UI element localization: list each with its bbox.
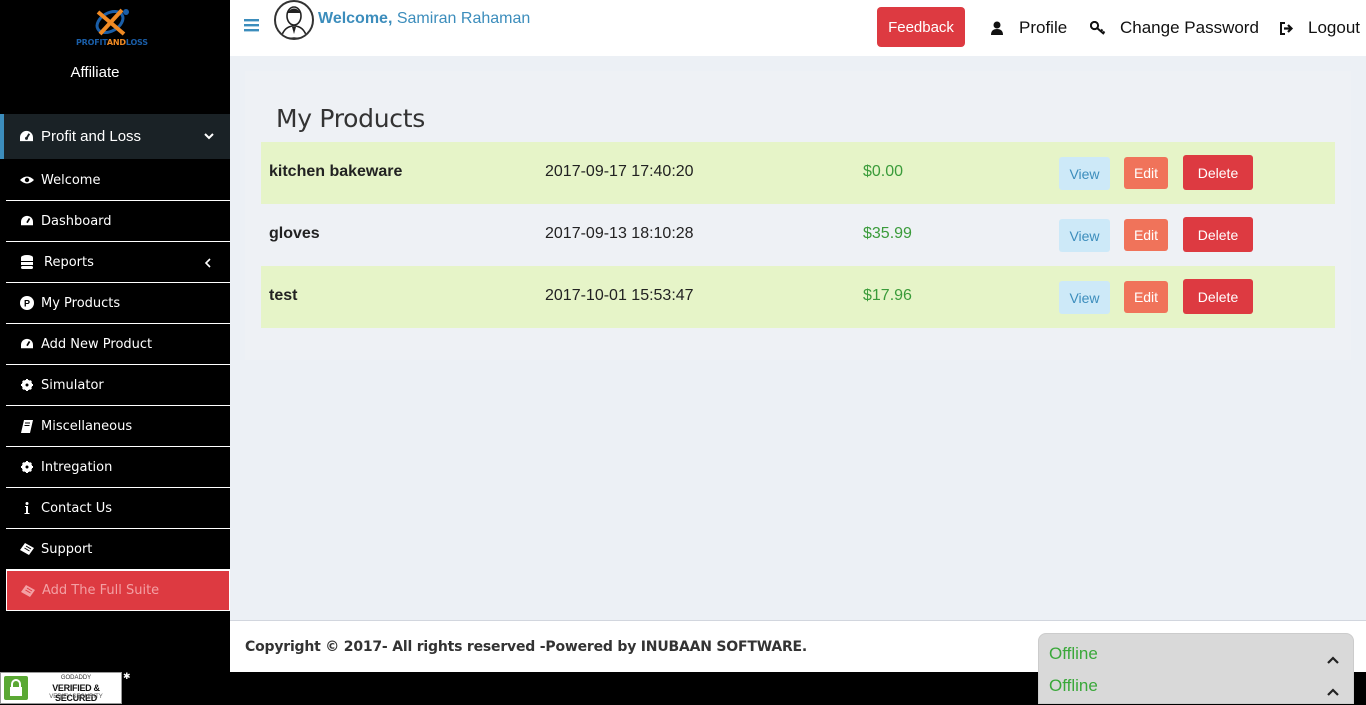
- feedback-button[interactable]: Feedback: [877, 7, 965, 47]
- top-navbar: Welcome, Samiran Rahaman Feedback Profil…: [230, 0, 1366, 56]
- seal-title: VERIFIED & SECURED: [52, 683, 100, 703]
- delete-button[interactable]: Delete: [1183, 217, 1253, 252]
- product-price: $0.00: [863, 163, 904, 180]
- chevron-down-icon[interactable]: [204, 128, 214, 140]
- ticket-icon: [21, 584, 35, 598]
- logout-link[interactable]: Logout: [1278, 18, 1360, 38]
- sidebar-section-label: Profit and Loss: [41, 128, 142, 145]
- view-button[interactable]: View: [1059, 281, 1110, 314]
- gear-icon: [20, 378, 34, 392]
- user-icon: [989, 20, 1005, 36]
- ticket-icon: [20, 542, 34, 556]
- products-panel: My Products kitchen bakeware 2017-09-17 …: [245, 71, 1351, 360]
- sidebar-item-contact-us[interactable]: Contact Us: [6, 488, 230, 529]
- edit-button[interactable]: Edit: [1124, 219, 1168, 251]
- edit-button[interactable]: Edit: [1124, 281, 1168, 313]
- gear-icon: [20, 460, 34, 474]
- brand-logo[interactable]: PROFITANDLOSS: [72, 6, 162, 50]
- table-row: test 2017-10-01 15:53:47 $17.96 View Edi…: [261, 266, 1335, 328]
- chat-status[interactable]: Offline: [1049, 676, 1098, 696]
- product-date: 2017-09-17 17:40:20: [545, 163, 694, 180]
- sidebar-item-support[interactable]: Support: [6, 529, 230, 570]
- delete-button[interactable]: Delete: [1183, 279, 1253, 314]
- edit-button[interactable]: Edit: [1124, 157, 1168, 189]
- product-price: $35.99: [863, 225, 912, 242]
- change-password-link[interactable]: Change Password: [1090, 18, 1259, 38]
- user-name: Samiran Rahaman: [396, 10, 531, 27]
- sidebar-item-add-new-product[interactable]: Add New Product: [6, 324, 230, 365]
- sidebar-item-welcome[interactable]: Welcome: [6, 160, 230, 201]
- sidebar-item-simulator[interactable]: Simulator: [6, 365, 230, 406]
- security-seal[interactable]: GODADDY VERIFIED & SECURED VERIFY SECURI…: [0, 672, 122, 704]
- seal-brand: GODADDY: [60, 675, 92, 681]
- sidebar-item-label: Welcome: [41, 172, 101, 188]
- close-icon[interactable]: ✱: [123, 671, 131, 682]
- sidebar-item-reports[interactable]: Reports: [6, 242, 230, 283]
- change-password-label: Change Password: [1120, 18, 1259, 37]
- welcome-label: Welcome,: [318, 10, 393, 27]
- profile-label: Profile: [1019, 18, 1068, 37]
- sidebar-item-label: Contact Us: [41, 500, 112, 516]
- logout-label: Logout: [1308, 18, 1360, 37]
- sidebar-item-label: Intregation: [41, 459, 113, 475]
- sidebar-item-dashboard[interactable]: Dashboard: [6, 201, 230, 242]
- main-content: My Products kitchen bakeware 2017-09-17 …: [230, 56, 1366, 620]
- sidebar-item-label: Support: [41, 541, 93, 557]
- sidebar-section-profit-and-loss[interactable]: Profit and Loss: [0, 114, 230, 159]
- chat-widget[interactable]: Offline Offline: [1038, 633, 1354, 704]
- dashboard-icon: [20, 337, 34, 351]
- database-icon: [20, 255, 34, 269]
- chevron-up-icon[interactable]: [1327, 651, 1339, 664]
- sidebar-item-my-products[interactable]: P My Products: [6, 283, 230, 324]
- eye-icon: [20, 173, 34, 187]
- product-name: gloves: [269, 225, 320, 242]
- menu-toggle-icon[interactable]: [244, 18, 260, 34]
- svg-text:P: P: [24, 299, 30, 309]
- avatar[interactable]: [274, 0, 314, 40]
- sidebar-item-label: Add The Full Suite: [42, 583, 160, 598]
- sidebar-item-label: My Products: [41, 295, 121, 311]
- seal-subtitle: VERIFY SECURITY: [49, 694, 103, 700]
- sidebar-item-label: Dashboard: [41, 213, 112, 229]
- product-date: 2017-09-13 18:10:28: [545, 225, 694, 242]
- product-date: 2017-10-01 15:53:47: [545, 287, 694, 304]
- chevron-left-icon[interactable]: [204, 257, 212, 268]
- copyright-text: Copyright © 2017- All rights reserved -P…: [245, 639, 808, 655]
- view-button[interactable]: View: [1059, 219, 1110, 252]
- sidebar-item-add-full-suite[interactable]: Add The Full Suite: [6, 570, 230, 611]
- table-row: gloves 2017-09-13 18:10:28 $35.99 View E…: [261, 204, 1335, 266]
- page-title: My Products: [276, 104, 425, 133]
- dashboard-icon: [20, 214, 34, 228]
- welcome-message: Welcome, Samiran Rahaman: [318, 10, 530, 28]
- sidebar-item-label: Miscellaneous: [41, 418, 133, 434]
- table-row: kitchen bakeware 2017-09-17 17:40:20 $0.…: [261, 142, 1335, 204]
- role-label: Affiliate: [70, 64, 120, 81]
- lock-icon: [4, 676, 28, 700]
- profile-link[interactable]: Profile: [989, 18, 1067, 38]
- view-button[interactable]: View: [1059, 157, 1110, 190]
- key-icon: [1090, 20, 1106, 36]
- sidebar-item-label: Reports: [44, 254, 94, 270]
- chat-status[interactable]: Offline: [1049, 644, 1098, 664]
- product-icon: P: [20, 296, 34, 310]
- sidebar-item-intregation[interactable]: Intregation: [6, 447, 230, 488]
- sidebar-item-label: Add New Product: [41, 336, 153, 352]
- sidebar-menu: Welcome Dashboard Reports P My Products …: [6, 160, 230, 611]
- product-price: $17.96: [863, 287, 912, 304]
- delete-button[interactable]: Delete: [1183, 155, 1253, 190]
- chevron-up-icon[interactable]: [1327, 683, 1339, 696]
- sidebar: PROFITANDLOSS Affiliate Profit and Loss …: [0, 0, 230, 672]
- product-name: kitchen bakeware: [269, 163, 403, 180]
- info-icon: [20, 501, 34, 515]
- product-name: test: [269, 287, 298, 304]
- logo-icon: [95, 8, 129, 36]
- sidebar-item-miscellaneous[interactable]: Miscellaneous: [6, 406, 230, 447]
- logo-text: PROFITANDLOSS: [76, 38, 148, 47]
- dashboard-icon: [18, 129, 34, 145]
- logout-icon: [1278, 20, 1294, 36]
- book-icon: [20, 419, 34, 433]
- sidebar-item-label: Simulator: [41, 377, 104, 393]
